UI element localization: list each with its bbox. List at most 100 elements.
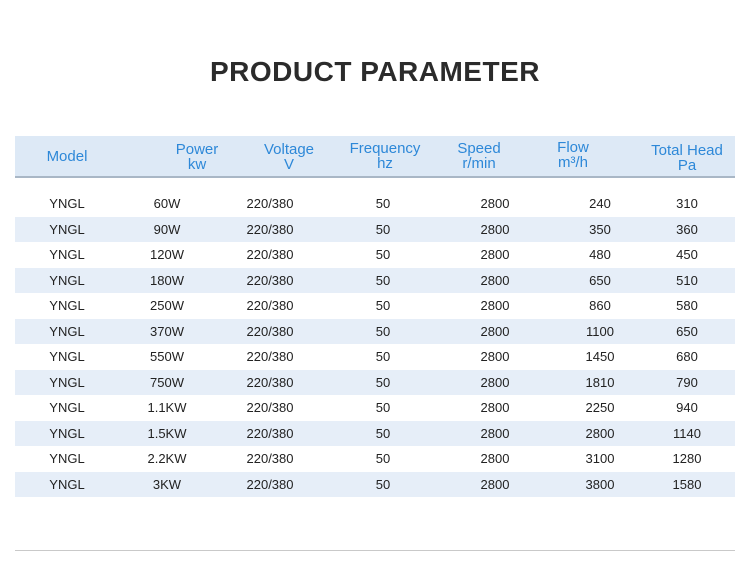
cell-power: 750W	[150, 374, 184, 390]
cell-flow: 1810	[585, 374, 615, 390]
cell-power: 90W	[153, 221, 181, 237]
cell-frequency: 50	[375, 400, 391, 415]
cell-power: 180W	[150, 272, 184, 288]
cell-frequency: 50	[375, 425, 391, 441]
cell-frequency: 50	[375, 476, 391, 492]
cell-model: YNGL	[49, 298, 85, 313]
cell-voltage: 220/380	[246, 400, 294, 415]
table-header: Model Power kw Voltage V Frequency hz Sp…	[15, 136, 735, 178]
cell-total-head: 450	[676, 247, 698, 262]
cell-power: 1.1KW	[147, 400, 187, 415]
header-power: Power kw	[175, 141, 219, 173]
header-voltage: Voltage V	[263, 141, 315, 173]
cell-speed: 2800	[480, 425, 510, 441]
cell-frequency: 50	[375, 349, 391, 364]
header-frequency: Frequency hz	[349, 140, 421, 172]
cell-voltage: 220/380	[246, 272, 294, 288]
table-row: YNGL 370W 220/380 50 2800 1100 650	[15, 318, 735, 344]
cell-total-head: 510	[676, 272, 698, 288]
header-total-head: Total Head Pa	[651, 142, 723, 174]
cell-total-head: 1280	[672, 451, 702, 466]
cell-flow: 3100	[585, 451, 615, 466]
cell-flow: 2250	[585, 400, 615, 415]
cell-speed: 2800	[480, 221, 510, 237]
cell-voltage: 220/380	[246, 349, 294, 364]
table-row: YNGL 3KW 220/380 50 2800 3800 1580	[15, 471, 735, 497]
table-row: YNGL 550W 220/380 50 2800 1450 680	[15, 344, 735, 370]
cell-speed: 2800	[480, 374, 510, 390]
cell-speed: 2800	[480, 349, 510, 364]
cell-model: YNGL	[49, 425, 85, 441]
cell-speed: 2800	[480, 298, 510, 313]
cell-power: 3KW	[152, 476, 182, 492]
cell-flow: 350	[589, 221, 611, 237]
cell-frequency: 50	[375, 374, 391, 390]
cell-model: YNGL	[49, 272, 85, 288]
cell-model: YNGL	[49, 349, 85, 364]
cell-flow: 3800	[585, 476, 615, 492]
cell-speed: 2800	[480, 323, 510, 339]
cell-total-head: 940	[676, 400, 698, 415]
cell-power: 250W	[150, 298, 184, 313]
header-flow: Flow m³/h	[557, 139, 589, 171]
cell-model: YNGL	[49, 323, 85, 339]
table-row: YNGL 2.2KW 220/380 50 2800 3100 1280	[15, 446, 735, 472]
cell-power: 370W	[150, 323, 184, 339]
cell-total-head: 1140	[673, 425, 701, 441]
cell-flow: 240	[589, 196, 611, 211]
cell-power: 120W	[150, 247, 184, 262]
cell-flow: 1100	[586, 323, 614, 339]
cell-flow: 2800	[585, 425, 615, 441]
cell-total-head: 650	[676, 323, 698, 339]
cell-power: 60W	[153, 196, 181, 211]
cell-total-head: 680	[676, 349, 698, 364]
cell-model: YNGL	[49, 476, 85, 492]
header-model: Model	[46, 148, 88, 165]
cell-voltage: 220/380	[246, 425, 294, 441]
table-row: YNGL 60W 220/380 50 2800 240 310	[15, 191, 735, 217]
header-speed: Speed r/min	[457, 140, 501, 172]
cell-power: 1.5KW	[147, 425, 187, 441]
cell-total-head: 360	[676, 221, 698, 237]
cell-frequency: 50	[375, 298, 391, 313]
cell-speed: 2800	[480, 196, 510, 211]
table-row: YNGL 90W 220/380 50 2800 350 360	[15, 216, 735, 242]
table-row: YNGL 120W 220/380 50 2800 480 450	[15, 242, 735, 268]
cell-speed: 2800	[480, 476, 510, 492]
cell-power: 2.2KW	[147, 451, 187, 466]
cell-frequency: 50	[375, 247, 391, 262]
cell-model: YNGL	[49, 221, 85, 237]
cell-model: YNGL	[49, 400, 85, 415]
page-title: PRODUCT PARAMETER	[210, 56, 540, 87]
table-row: YNGL 180W 220/380 50 2800 650 510	[15, 267, 735, 293]
cell-total-head: 580	[676, 298, 698, 313]
cell-flow: 1450	[585, 349, 615, 364]
cell-frequency: 50	[375, 272, 391, 288]
cell-frequency: 50	[375, 221, 391, 237]
cell-frequency: 50	[375, 323, 391, 339]
table-row: YNGL 250W 220/380 50 2800 860 580	[15, 293, 735, 319]
table-row: YNGL 750W 220/380 50 2800 1810 790	[15, 369, 735, 395]
cell-speed: 2800	[480, 247, 510, 262]
cell-model: YNGL	[49, 247, 85, 262]
cell-voltage: 220/380	[246, 476, 294, 492]
cell-total-head: 1580	[672, 476, 702, 492]
cell-voltage: 220/380	[246, 298, 294, 313]
cell-voltage: 220/380	[246, 451, 294, 466]
cell-speed: 2800	[480, 400, 510, 415]
cell-speed: 2800	[480, 451, 510, 466]
table-row: YNGL 1.1KW 220/380 50 2800 2250 940	[15, 395, 735, 421]
cell-flow: 860	[589, 298, 611, 313]
cell-model: YNGL	[49, 451, 85, 466]
cell-total-head: 310	[676, 196, 698, 211]
cell-power: 550W	[150, 349, 184, 364]
cell-voltage: 220/380	[246, 374, 294, 390]
cell-voltage: 220/380	[246, 221, 294, 237]
cell-voltage: 220/380	[246, 323, 294, 339]
cell-voltage: 220/380	[246, 196, 294, 211]
divider	[15, 550, 735, 551]
cell-voltage: 220/380	[246, 247, 294, 262]
cell-total-head: 790	[676, 374, 698, 390]
cell-speed: 2800	[480, 272, 510, 288]
cell-model: YNGL	[49, 196, 85, 211]
